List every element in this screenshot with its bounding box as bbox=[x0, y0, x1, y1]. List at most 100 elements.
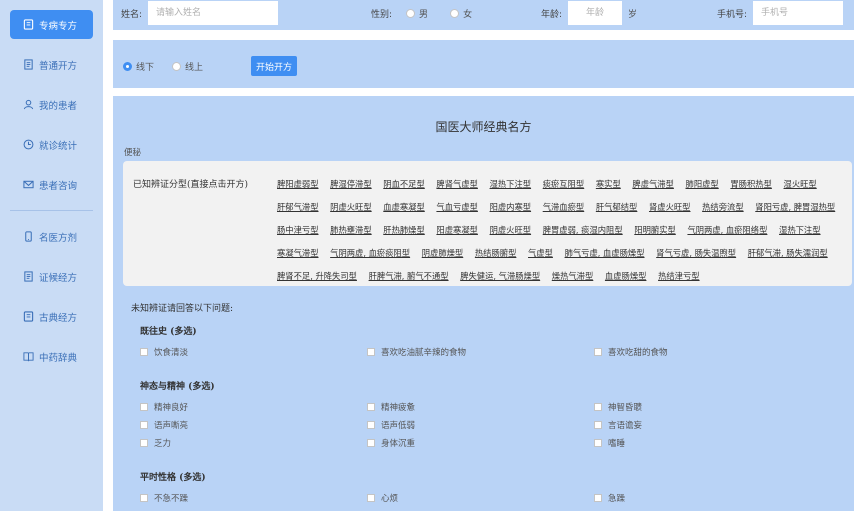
syndrome-link[interactable]: 肾阳亏虚, 脾胃湿热型 bbox=[755, 202, 835, 212]
syndrome-link[interactable]: 肝热肺燥型 bbox=[383, 225, 425, 235]
option-item[interactable]: 喜欢吃甜的食物 bbox=[594, 346, 821, 358]
option-item[interactable]: 精神疲惫 bbox=[367, 401, 594, 413]
syndrome-link[interactable]: 阴虚肺燥型 bbox=[422, 248, 464, 258]
syndrome-link[interactable]: 气滞血瘀型 bbox=[543, 202, 585, 212]
option-label: 喜欢吃甜的食物 bbox=[608, 348, 668, 358]
syndrome-link[interactable]: 寒凝气滞型 bbox=[277, 248, 319, 258]
option-row: 不急不躁 心烦 急躁 bbox=[140, 489, 840, 507]
option-checkbox[interactable] bbox=[140, 403, 148, 411]
syndrome-link[interactable]: 肝脾气滞, 腑气不通型 bbox=[369, 271, 449, 281]
syndrome-link[interactable]: 脾胃虚弱, 痰湿内阻型 bbox=[543, 225, 623, 235]
option-item[interactable]: 语声低弱 bbox=[367, 419, 594, 431]
option-checkbox[interactable] bbox=[367, 439, 375, 447]
sidebar-item-7[interactable]: 古典经方 bbox=[10, 302, 93, 331]
sidebar-item-6[interactable]: 证候经方 bbox=[10, 262, 93, 291]
sidebar-item-0[interactable]: 专病专方 bbox=[10, 10, 93, 39]
syndrome-link[interactable]: 脾虚气滞型 bbox=[632, 179, 674, 189]
syndrome-link[interactable]: 湿热下注型 bbox=[490, 179, 532, 189]
option-checkbox[interactable] bbox=[594, 439, 602, 447]
option-item[interactable]: 神智昏聩 bbox=[594, 401, 821, 413]
phone-input[interactable] bbox=[753, 1, 844, 25]
syndrome-link[interactable]: 气虚型 bbox=[528, 248, 553, 258]
open-book-icon bbox=[23, 351, 34, 362]
syndrome-link[interactable]: 寒实型 bbox=[596, 179, 621, 189]
option-item[interactable]: 精神良好 bbox=[140, 401, 367, 413]
syndrome-link[interactable]: 肝郁气滞型 bbox=[277, 202, 319, 212]
syndrome-link[interactable]: 气阴两虚, 血瘀痰阻型 bbox=[330, 248, 410, 258]
syndrome-link[interactable]: 湿火旺型 bbox=[784, 179, 817, 189]
syndrome-link[interactable]: 气阴两虚, 血瘀阻络型 bbox=[687, 225, 767, 235]
syndrome-link[interactable]: 肺气亏虚, 血虚肠燥型 bbox=[565, 248, 645, 258]
option-item[interactable]: 乏力 bbox=[140, 437, 367, 449]
syndrome-link[interactable]: 肾气亏虚, 肠失温煦型 bbox=[656, 248, 736, 258]
online-radio[interactable] bbox=[172, 61, 182, 71]
mode-panel: 线下 线上 开始开方 bbox=[113, 40, 854, 88]
gender-male-radio[interactable] bbox=[406, 8, 416, 18]
syndrome-link[interactable]: 燥热气滞型 bbox=[552, 271, 594, 281]
option-checkbox[interactable] bbox=[594, 348, 602, 356]
syndrome-link[interactable]: 肝郁气滞, 肠失濡润型 bbox=[748, 248, 828, 258]
option-checkbox[interactable] bbox=[594, 403, 602, 411]
sidebar-item-4[interactable]: 患者咨询 bbox=[10, 170, 93, 199]
option-item[interactable]: 心烦 bbox=[367, 492, 594, 504]
offline-radio[interactable] bbox=[123, 61, 132, 71]
sidebar-item-5[interactable]: 名医方剂 bbox=[10, 222, 93, 251]
option-item[interactable]: 喜欢吃油腻辛辣的食物 bbox=[367, 346, 594, 358]
syndrome-link[interactable]: 阳虚寒凝型 bbox=[436, 225, 478, 235]
syndrome-link[interactable]: 脾肾气虚型 bbox=[436, 179, 478, 189]
sidebar-item-1[interactable]: 普通开方 bbox=[10, 50, 93, 79]
start-prescription-button[interactable]: 开始开方 bbox=[251, 56, 298, 76]
syndrome-link[interactable]: 肝气郁结型 bbox=[596, 202, 638, 212]
syndrome-link[interactable]: 脾失健运, 气滞肠燥型 bbox=[460, 271, 540, 281]
syndrome-link[interactable]: 热结肠腑型 bbox=[475, 248, 517, 258]
option-checkbox[interactable] bbox=[594, 494, 602, 502]
syndrome-link[interactable]: 肺热壅滞型 bbox=[330, 225, 372, 235]
option-item[interactable]: 身体沉重 bbox=[367, 437, 594, 449]
option-checkbox[interactable] bbox=[367, 421, 375, 429]
syndrome-link[interactable]: 湿热下注型 bbox=[779, 225, 821, 235]
sidebar-item-label: 专病专方 bbox=[39, 20, 78, 32]
mail-icon bbox=[23, 179, 34, 190]
syndrome-link[interactable]: 痰瘀互阻型 bbox=[543, 179, 585, 189]
option-checkbox[interactable] bbox=[594, 421, 602, 429]
syndrome-link[interactable]: 热结旁流型 bbox=[702, 202, 744, 212]
syndrome-link[interactable]: 血虚寒凝型 bbox=[383, 202, 425, 212]
syndrome-link[interactable]: 肺阳虚型 bbox=[686, 179, 719, 189]
option-checkbox[interactable] bbox=[140, 494, 148, 502]
syndrome-link[interactable]: 血虚肠燥型 bbox=[605, 271, 647, 281]
option-checkbox[interactable] bbox=[367, 403, 375, 411]
name-input[interactable] bbox=[148, 1, 279, 25]
question-group: 既往史 (多选) 饮食清淡 喜欢吃油腻辛辣的食物 喜欢吃甜的食物 bbox=[140, 324, 840, 361]
syndrome-link[interactable]: 肠中津亏型 bbox=[277, 225, 319, 235]
syndrome-link[interactable]: 脾肾不足, 升降失司型 bbox=[277, 271, 357, 281]
option-item[interactable]: 语声嘶亮 bbox=[140, 419, 367, 431]
option-item[interactable]: 饮食清淡 bbox=[140, 346, 367, 358]
sidebar-item-2[interactable]: 我的患者 bbox=[10, 90, 93, 119]
syndrome-link[interactable]: 阴虚火旺型 bbox=[330, 202, 372, 212]
name-field: 姓名: bbox=[121, 0, 279, 26]
syndrome-link[interactable]: 肾虚火旺型 bbox=[649, 202, 691, 212]
syndrome-link[interactable]: 脾湿停滞型 bbox=[330, 179, 372, 189]
option-checkbox[interactable] bbox=[140, 421, 148, 429]
option-item[interactable]: 言语谵妄 bbox=[594, 419, 821, 431]
option-item[interactable]: 不急不躁 bbox=[140, 492, 367, 504]
syndrome-link[interactable]: 阳虚内寒型 bbox=[490, 202, 532, 212]
syndrome-link[interactable]: 阴虚火旺型 bbox=[490, 225, 532, 235]
syndrome-link[interactable]: 脾阳虚弱型 bbox=[277, 179, 319, 189]
syndrome-link[interactable]: 胃肠积热型 bbox=[730, 179, 772, 189]
option-item[interactable]: 急躁 bbox=[594, 492, 821, 504]
sidebar-item-3[interactable]: 就诊统计 bbox=[10, 130, 93, 159]
sidebar-item-label: 中药辞典 bbox=[39, 352, 78, 364]
option-checkbox[interactable] bbox=[140, 348, 148, 356]
gender-female-radio[interactable] bbox=[450, 8, 460, 18]
syndrome-link[interactable]: 阳明腑实型 bbox=[634, 225, 676, 235]
option-checkbox[interactable] bbox=[367, 494, 375, 502]
syndrome-link[interactable]: 气血亏虚型 bbox=[436, 202, 478, 212]
age-input[interactable] bbox=[568, 1, 623, 25]
option-item[interactable]: 嗜睡 bbox=[594, 437, 821, 449]
syndrome-link[interactable]: 阴血不足型 bbox=[383, 179, 425, 189]
sidebar-item-8[interactable]: 中药辞典 bbox=[10, 342, 93, 371]
option-checkbox[interactable] bbox=[140, 439, 148, 447]
option-checkbox[interactable] bbox=[367, 348, 375, 356]
syndrome-link[interactable]: 热结津亏型 bbox=[658, 271, 700, 281]
